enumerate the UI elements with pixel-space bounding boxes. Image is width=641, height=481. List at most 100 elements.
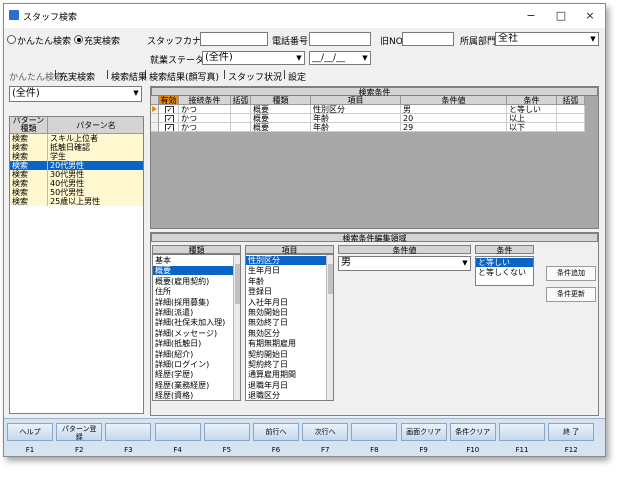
kind-item[interactable]: 経歴(資格) bbox=[153, 391, 233, 400]
pattern-row-type[interactable]: 検索 bbox=[10, 170, 48, 179]
kind-item[interactable]: 概要 bbox=[153, 266, 233, 276]
item-entry[interactable]: 年齢 bbox=[246, 277, 326, 286]
condition-cell-paren_open[interactable] bbox=[231, 105, 251, 114]
condition-cell-paren_open[interactable] bbox=[231, 123, 251, 132]
kind-item[interactable]: 詳細(派遣) bbox=[153, 308, 233, 317]
function-key-f10[interactable]: 条件クリア bbox=[449, 423, 496, 441]
condition-cell-paren_close[interactable] bbox=[557, 123, 585, 132]
close-button[interactable]: × bbox=[577, 8, 603, 24]
pattern-row-name[interactable]: 50代男性 bbox=[48, 188, 143, 197]
pattern-row-type[interactable]: 検索 bbox=[10, 143, 48, 152]
item-entry[interactable]: 無効区分 bbox=[246, 329, 326, 338]
item-entry[interactable]: 有期無期雇用 bbox=[246, 339, 326, 348]
kind-item[interactable]: 基本 bbox=[153, 256, 233, 265]
condition-cell-item[interactable]: 性別区分 bbox=[311, 105, 401, 114]
full-search-radio[interactable] bbox=[74, 35, 83, 44]
condition-cell-connector[interactable]: かつ bbox=[179, 105, 231, 114]
pattern-row-type[interactable]: 検索 bbox=[10, 134, 48, 143]
tab-5[interactable]: 設定 bbox=[288, 70, 306, 83]
item-scrollbar[interactable] bbox=[326, 255, 333, 400]
cond-item[interactable]: と等しくない bbox=[476, 268, 533, 277]
condition-cell-paren_open[interactable] bbox=[231, 114, 251, 123]
enabled-checkbox-cell[interactable]: ✓ bbox=[159, 105, 179, 114]
pattern-row-type[interactable]: 検索 bbox=[10, 179, 48, 188]
condition-cell-value[interactable]: 20 bbox=[401, 114, 507, 123]
pattern-row-type[interactable]: 検索 bbox=[10, 197, 48, 206]
chevron-down-icon[interactable]: ▼ bbox=[460, 257, 470, 269]
condition-cell-cond[interactable]: 以下 bbox=[507, 123, 557, 132]
kind-item[interactable]: 経歴(業務経歴) bbox=[153, 381, 233, 390]
date-input[interactable]: __/__/__ ▼ bbox=[309, 51, 371, 65]
kind-item[interactable]: 詳細(ログイン) bbox=[153, 360, 233, 369]
function-key-f8[interactable] bbox=[351, 423, 398, 441]
dept-select[interactable]: 全社 ▼ bbox=[495, 32, 599, 46]
cond-item[interactable]: と等しい bbox=[476, 258, 533, 267]
condition-cell-kind[interactable]: 概要 bbox=[251, 105, 311, 114]
kind-item[interactable]: 詳細(紹介) bbox=[153, 350, 233, 359]
item-entry[interactable]: 契約開始日 bbox=[246, 350, 326, 359]
item-entry[interactable]: 退職区分 bbox=[246, 391, 326, 400]
item-entry[interactable]: 入社年月日 bbox=[246, 298, 326, 307]
chevron-down-icon[interactable]: ▼ bbox=[360, 52, 370, 64]
condition-cell-value[interactable]: 29 bbox=[401, 123, 507, 132]
tab-4[interactable]: スタッフ状況 bbox=[228, 70, 282, 83]
function-key-f1[interactable]: ヘルプ bbox=[7, 423, 53, 441]
pattern-row-name[interactable]: 学生 bbox=[48, 152, 143, 161]
condition-cell-kind[interactable]: 概要 bbox=[251, 123, 311, 132]
phone-input[interactable] bbox=[309, 32, 371, 46]
kind-item[interactable]: 経歴(学歴) bbox=[153, 370, 233, 379]
function-key-f7[interactable]: 次行へ bbox=[302, 423, 349, 441]
function-key-f5[interactable] bbox=[203, 423, 250, 441]
tab-2[interactable]: 検索結果 bbox=[111, 70, 147, 83]
function-key-f12[interactable]: 終 了 bbox=[548, 423, 595, 441]
pattern-row-name[interactable]: 30代男性 bbox=[48, 170, 143, 179]
pattern-row-name[interactable]: 抵触日確認 bbox=[48, 143, 143, 152]
enabled-checkbox[interactable]: ✓ bbox=[165, 124, 174, 131]
row-marker[interactable] bbox=[151, 123, 159, 132]
condition-cell-item[interactable]: 年齢 bbox=[311, 114, 401, 123]
item-entry[interactable]: 登録日 bbox=[246, 287, 326, 296]
item-entry[interactable]: 通算雇用期間 bbox=[246, 370, 326, 379]
oldno-input[interactable] bbox=[402, 32, 454, 46]
condition-cell-paren_close[interactable] bbox=[557, 105, 585, 114]
enabled-checkbox[interactable]: ✓ bbox=[165, 115, 174, 122]
pattern-filter-select[interactable]: (全件) ▼ bbox=[9, 86, 142, 102]
function-key-f9[interactable]: 画面クリア bbox=[400, 423, 447, 441]
pattern-row-name[interactable]: 20代男性 bbox=[48, 161, 143, 170]
kind-scroll-thumb[interactable] bbox=[235, 264, 240, 304]
tab-1[interactable]: 充実検索 bbox=[59, 70, 95, 83]
row-marker[interactable] bbox=[151, 114, 159, 123]
condition-cell-kind[interactable]: 概要 bbox=[251, 114, 311, 123]
function-key-f11[interactable] bbox=[499, 423, 545, 441]
pattern-row-name[interactable]: スキル上位者 bbox=[48, 134, 143, 143]
kind-item[interactable]: 詳細(抵触日) bbox=[153, 339, 233, 348]
status-select[interactable]: (全件) ▼ bbox=[202, 51, 305, 65]
add-condition-button[interactable]: 条件追加 bbox=[546, 266, 596, 281]
function-key-f3[interactable] bbox=[105, 423, 152, 441]
kind-item[interactable]: 概要(雇用契約) bbox=[153, 277, 233, 286]
pattern-row-type[interactable]: 検索 bbox=[10, 152, 48, 161]
condition-cell-paren_close[interactable] bbox=[557, 114, 585, 123]
condition-cell-item[interactable]: 年齢 bbox=[311, 123, 401, 132]
item-entry[interactable]: 契約終了日 bbox=[246, 360, 326, 369]
enabled-checkbox-cell[interactable]: ✓ bbox=[159, 114, 179, 123]
tab-3[interactable]: 検索結果(顔写真) bbox=[149, 70, 219, 83]
chevron-down-icon[interactable]: ▼ bbox=[294, 52, 304, 64]
simple-search-radio[interactable] bbox=[7, 35, 16, 44]
update-condition-button[interactable]: 条件更新 bbox=[546, 287, 596, 302]
item-scroll-thumb[interactable] bbox=[328, 264, 333, 294]
kind-list[interactable]: 基本 概要 概要(雇用契約) 住所 詳細(採用募集) 詳細(派遣) 詳細(社保未加入理) 詳細… bbox=[152, 254, 241, 401]
pattern-row-type[interactable]: 検索 bbox=[10, 161, 48, 170]
item-entry[interactable]: 無効終了日 bbox=[246, 318, 326, 327]
pattern-row-type[interactable]: 検索 bbox=[10, 188, 48, 197]
function-key-f4[interactable] bbox=[154, 423, 201, 441]
maximize-button[interactable]: □ bbox=[548, 8, 574, 24]
item-entry[interactable]: 退職年月日 bbox=[246, 381, 326, 390]
value-select[interactable]: 男 ▼ bbox=[338, 256, 471, 271]
kind-item[interactable]: 詳細(メッセージ) bbox=[153, 329, 233, 338]
pattern-row-name[interactable]: 40代男性 bbox=[48, 179, 143, 188]
kind-item[interactable]: 住所 bbox=[153, 287, 233, 296]
item-entry[interactable]: 性別区分 bbox=[246, 256, 326, 265]
cond-list[interactable]: と等しい と等しくない bbox=[475, 256, 534, 286]
kind-item[interactable]: 詳細(社保未加入理) bbox=[153, 318, 233, 327]
